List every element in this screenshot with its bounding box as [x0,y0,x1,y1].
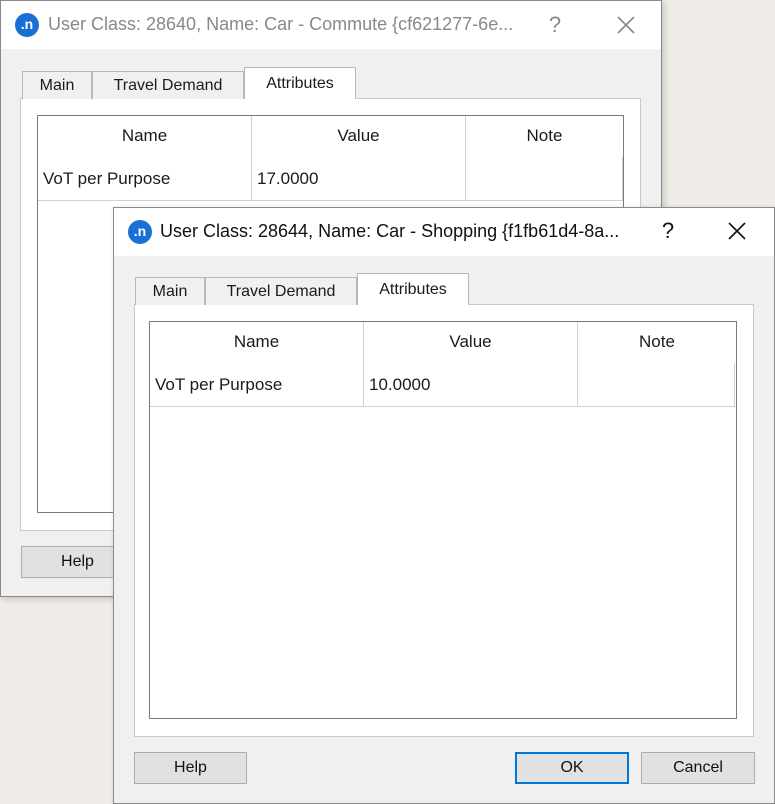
front-dialog-titlebar[interactable]: .n User Class: 28644, Name: Car - Shoppi… [114,208,774,256]
help-question-icon[interactable]: ? [654,217,682,245]
tab-attributes[interactable]: Attributes [244,67,356,99]
table-cell-value[interactable]: 10.0000 [364,363,578,407]
column-header-name[interactable]: Name [150,322,364,363]
app-n-icon: .n [15,13,39,37]
column-header-note[interactable]: Note [578,322,736,363]
table-cell-note[interactable] [578,363,735,407]
tab-attributes[interactable]: Attributes [357,273,469,305]
column-header-value[interactable]: Value [252,116,466,157]
column-header-name[interactable]: Name [38,116,252,157]
column-header-note[interactable]: Note [466,116,623,157]
close-icon[interactable] [722,217,752,248]
table-cell-name[interactable]: VoT per Purpose [38,157,252,201]
front-attributes-table[interactable]: Name Value Note VoT per Purpose 10.0000 [149,321,737,719]
table-cell-value[interactable]: 17.0000 [252,157,466,201]
ok-button[interactable]: OK [515,752,629,784]
tab-travel-demand[interactable]: Travel Demand [205,277,357,305]
back-dialog-titlebar[interactable]: .n User Class: 28640, Name: Car - Commut… [1,1,661,49]
table-cell-note[interactable] [466,157,623,201]
help-button[interactable]: Help [134,752,247,784]
tab-main[interactable]: Main [22,71,92,99]
help-question-icon[interactable]: ? [541,11,569,39]
front-tab-bar: Main Travel Demand Attributes [135,273,535,305]
back-tab-bar: Main Travel Demand Attributes [22,67,422,99]
close-icon[interactable] [611,11,641,42]
column-header-value[interactable]: Value [364,322,578,363]
app-n-icon: .n [128,220,152,244]
cancel-button[interactable]: Cancel [641,752,755,784]
front-dialog-title: User Class: 28644, Name: Car - Shopping … [160,221,620,241]
front-dialog[interactable]: .n User Class: 28644, Name: Car - Shoppi… [113,207,775,804]
tab-main[interactable]: Main [135,277,205,305]
tab-travel-demand[interactable]: Travel Demand [92,71,244,99]
table-cell-name[interactable]: VoT per Purpose [150,363,364,407]
back-dialog-title: User Class: 28640, Name: Car - Commute {… [48,14,514,34]
